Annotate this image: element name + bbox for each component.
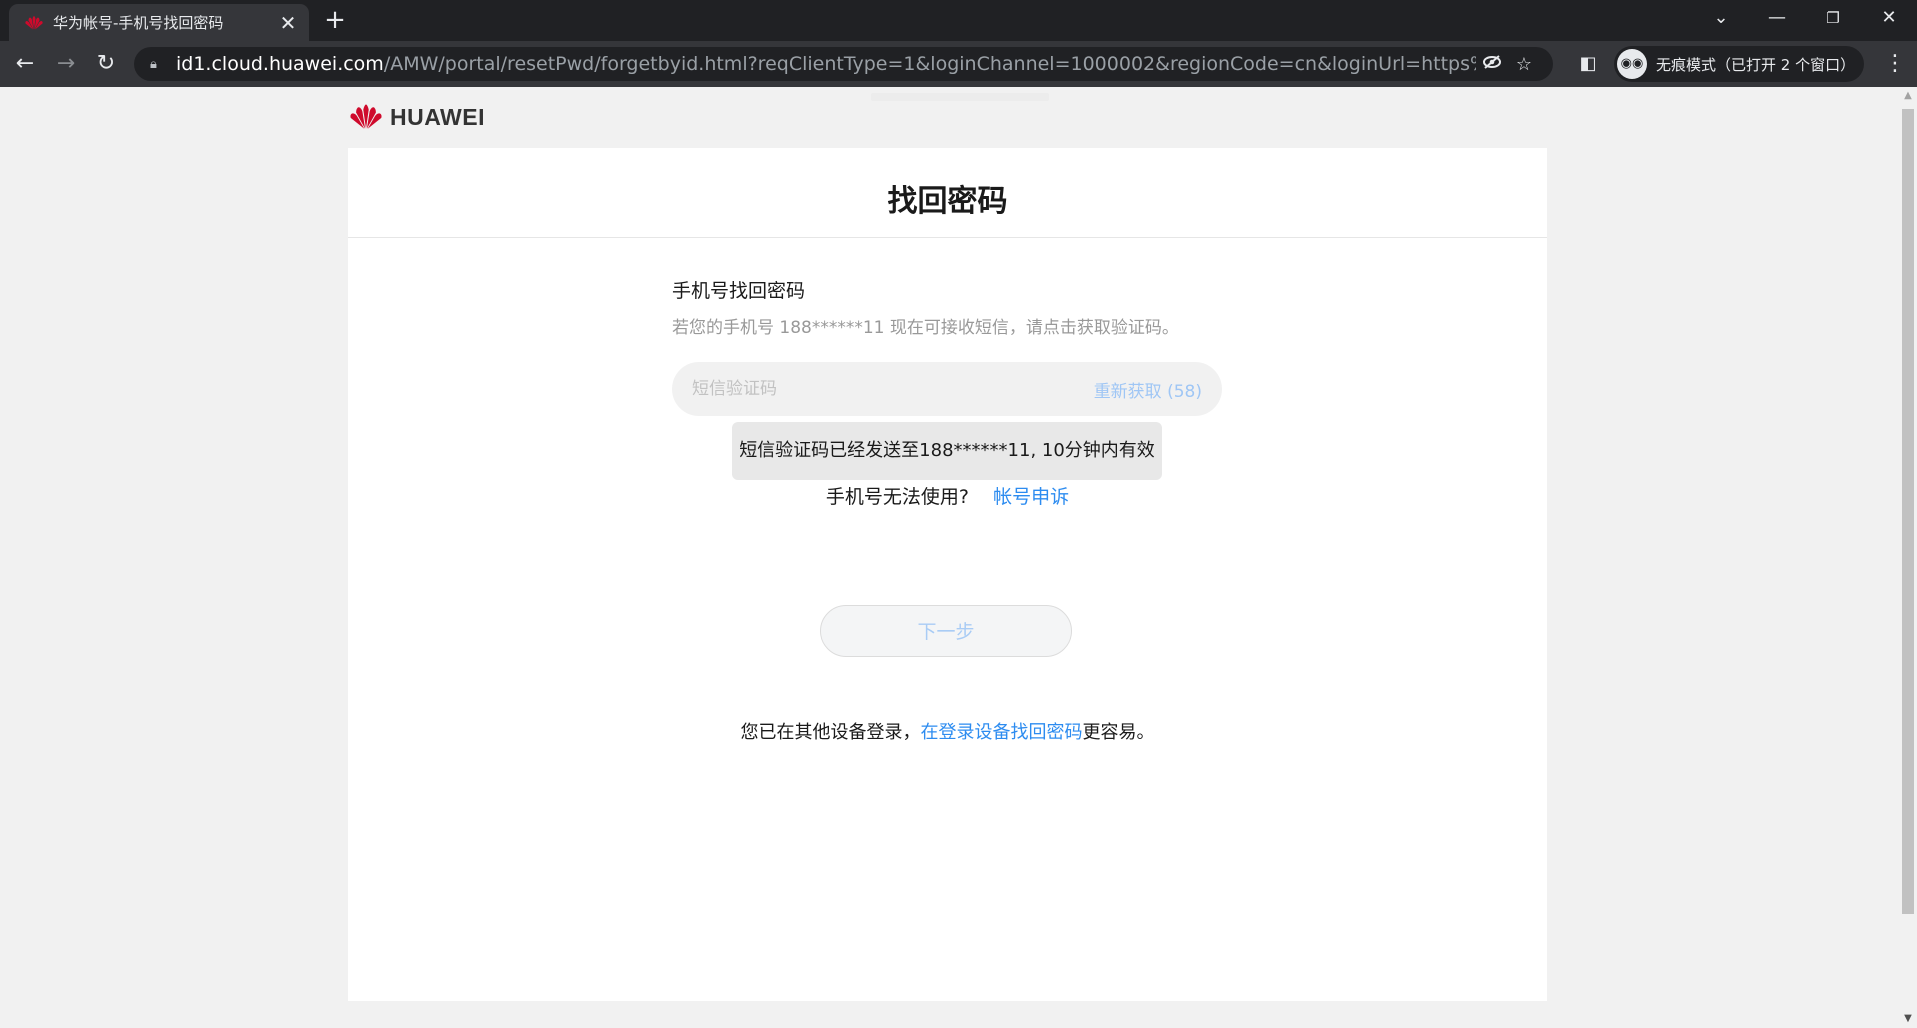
huawei-logo[interactable]: HUAWEI [348, 103, 485, 131]
sms-code-input[interactable] [690, 378, 1094, 400]
url-text[interactable]: id1.cloud.huawei.com/AMW/portal/resetPwd… [176, 53, 1476, 75]
huawei-logo-icon [23, 15, 45, 31]
page-title: 找回密码 [887, 184, 1008, 219]
sms-sent-toast: 短信验证码已经发送至188******11, 10分钟内有效 [732, 422, 1162, 480]
lock-icon[interactable]: 🔒︎ [150, 57, 166, 72]
title-divider [348, 237, 1547, 238]
minimize-icon[interactable]: — [1749, 0, 1805, 36]
address-bar[interactable]: 🔒︎ id1.cloud.huawei.com/AMW/portal/reset… [134, 47, 1553, 81]
side-panel-icon[interactable]: ◧ [1577, 53, 1599, 75]
sms-code-field[interactable]: 重新获取 (58) [672, 362, 1222, 416]
other-device-prefix: 您已在其他设备登录， [740, 722, 921, 743]
next-step-button[interactable]: 下一步 [820, 605, 1072, 657]
reset-password-card: 找回密码 手机号找回密码 若您的手机号 188******11 现在可接收短信，… [348, 148, 1547, 1001]
huawei-flower-icon [350, 104, 382, 129]
top-hint-bar [871, 93, 1049, 101]
arrow-right-icon[interactable]: → [51, 49, 81, 79]
tab-title: 华为帐号-手机号找回密码 [53, 14, 224, 32]
phone-unavailable-text: 手机号无法使用? [825, 486, 969, 508]
brand-name: HUAWEI [390, 103, 485, 130]
find-on-device-link[interactable]: 在登录设备找回密码 [921, 722, 1083, 743]
account-appeal-link[interactable]: 帐号申诉 [993, 486, 1069, 508]
incognito-indicator[interactable]: ◉◉ 无痕模式（已打开 2 个窗口） [1614, 46, 1864, 82]
browser-tab[interactable]: 华为帐号-手机号找回密码 ✕ [9, 4, 309, 41]
section-title: 手机号找回密码 [672, 280, 806, 302]
browser-toolbar: ← → ↻ 🔒︎ id1.cloud.huawei.com/AMW/portal… [0, 41, 1917, 87]
incognito-icon: ◉◉ [1617, 49, 1647, 79]
phone-unavailable-row: 手机号无法使用? 帐号申诉 [348, 482, 1547, 509]
tab-search-icon[interactable]: ⌄ [1693, 0, 1749, 36]
close-window-icon[interactable]: ✕ [1861, 0, 1917, 36]
page-scrollbar[interactable]: ▲ ▼ [1899, 87, 1917, 1028]
eye-off-icon[interactable] [1476, 54, 1508, 75]
other-device-suffix: 更容易。 [1082, 722, 1155, 743]
kebab-menu-icon[interactable]: ⋮ [1880, 49, 1910, 79]
resend-code-button[interactable]: 重新获取 (58) [1094, 377, 1202, 402]
new-tab-icon[interactable]: + [320, 5, 350, 35]
scroll-thumb[interactable] [1902, 109, 1914, 914]
other-device-row: 您已在其他设备登录，在登录设备找回密码更容易。 [348, 718, 1547, 744]
tab-close-icon[interactable]: ✕ [273, 11, 303, 35]
phone-hint-text: 若您的手机号 188******11 现在可接收短信，请点击获取验证码。 [672, 318, 1179, 338]
reload-icon[interactable]: ↻ [91, 49, 121, 79]
url-host: id1.cloud.huawei.com [176, 53, 384, 75]
arrow-left-icon[interactable]: ← [10, 49, 40, 79]
incognito-label: 无痕模式（已打开 2 个窗口） [1656, 55, 1856, 74]
star-icon[interactable]: ☆ [1508, 54, 1540, 75]
restore-icon[interactable]: ❐ [1805, 0, 1861, 36]
scroll-down-icon[interactable]: ▼ [1899, 1010, 1917, 1028]
url-path: /AMW/portal/resetPwd/forgetbyid.html?req… [383, 53, 1476, 75]
browser-tab-strip: 华为帐号-手机号找回密码 ✕ + ⌄ — ❐ ✕ [0, 0, 1917, 41]
scroll-up-icon[interactable]: ▲ [1899, 87, 1917, 105]
